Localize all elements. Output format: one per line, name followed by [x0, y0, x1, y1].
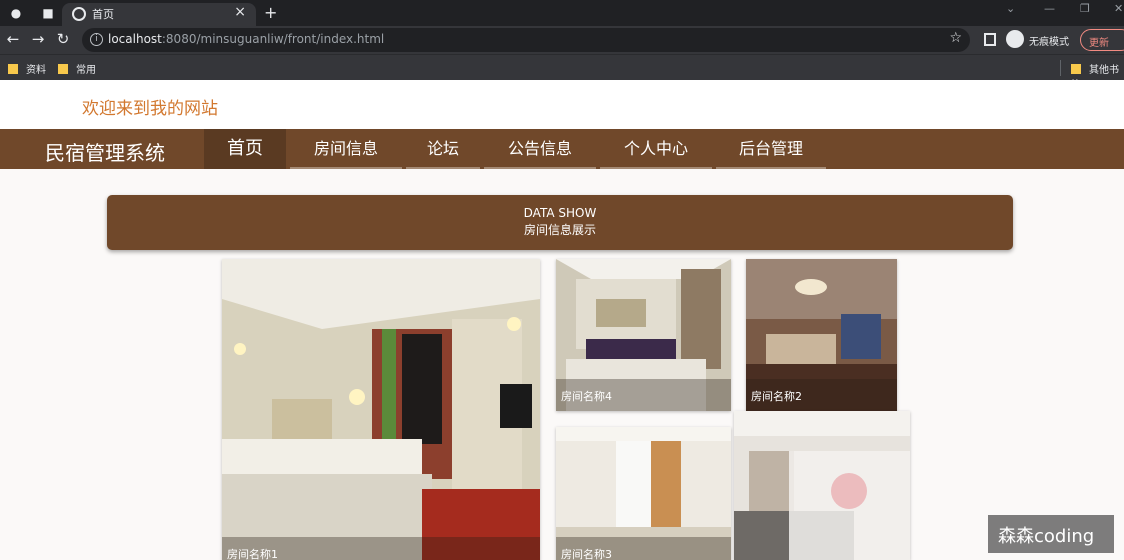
video-watermark: 森森coding: [988, 515, 1114, 553]
bookmark-folder-1[interactable]: 资料: [8, 61, 46, 76]
close-icon[interactable]: ×: [234, 4, 246, 20]
content-area: DATA SHOW 房间信息展示 房间名称1 房间名称4 房间名称2 房间名称3: [0, 169, 1124, 560]
section-banner: DATA SHOW 房间信息展示: [107, 195, 1013, 250]
room-name-3: 房间名称3: [556, 537, 731, 560]
nav-home[interactable]: 首页: [204, 129, 286, 169]
info-icon[interactable]: i: [90, 33, 103, 46]
window-icon[interactable]: ■: [40, 5, 56, 21]
nav-admin[interactable]: 后台管理: [716, 129, 826, 169]
room-card-1[interactable]: 房间名称1: [222, 259, 540, 560]
nav-notices[interactable]: 公告信息: [484, 129, 596, 169]
minimize-icon[interactable]: —: [1044, 2, 1055, 15]
new-tab-icon[interactable]: +: [264, 3, 277, 22]
bookmarks-bar: 资料 常用 其他书签: [0, 54, 1124, 91]
bookmark-folder-2[interactable]: 常用: [58, 61, 96, 76]
chevron-down-icon[interactable]: ⌄: [1006, 2, 1015, 15]
room-card-4[interactable]: 房间名称4: [556, 259, 731, 411]
room-photo-1: [222, 259, 540, 560]
bookmarks-divider: [1060, 60, 1061, 76]
folder-icon: [1071, 64, 1081, 74]
address-bar[interactable]: i localhost:8080/minsuguanliw/front/inde…: [82, 28, 970, 52]
nav-forum[interactable]: 论坛: [406, 129, 480, 169]
update-button[interactable]: 更新: [1080, 29, 1124, 51]
forward-icon[interactable]: →: [29, 30, 47, 48]
browser-tab[interactable]: 首页 ×: [62, 3, 256, 26]
room-name-4: 房间名称4: [556, 379, 731, 411]
main-navbar: 民宿管理系统 首页 房间信息 论坛 公告信息 个人中心 后台管理: [0, 129, 1124, 169]
folder-icon: [8, 64, 18, 74]
room-card-5[interactable]: [734, 411, 910, 560]
window-close-icon[interactable]: ✕: [1114, 2, 1123, 15]
reload-icon[interactable]: ↻: [54, 30, 72, 48]
url-text: localhost:8080/minsuguanliw/front/index.…: [108, 32, 385, 46]
nav-profile[interactable]: 个人中心: [600, 129, 712, 169]
back-icon[interactable]: ←: [4, 30, 22, 48]
browser-toolbar: ← → ↻ i localhost:8080/minsuguanliw/fron…: [0, 26, 1124, 54]
nav-rooms[interactable]: 房间信息: [290, 129, 402, 169]
banner-subtitle: 房间信息展示: [523, 223, 596, 237]
banner-title: DATA SHOW: [523, 206, 597, 220]
web-page: 欢迎来到我的网站 民宿管理系统 首页 房间信息 论坛 公告信息 个人中心 后台管…: [0, 80, 1124, 560]
bookmark-star-icon[interactable]: ☆: [949, 30, 962, 46]
room-photo-5: [734, 411, 910, 560]
room-card-3[interactable]: 房间名称3: [556, 427, 731, 560]
room-name-2: 房间名称2: [746, 379, 897, 411]
restore-icon[interactable]: ❐: [1080, 2, 1090, 15]
welcome-text: 欢迎来到我的网站: [82, 99, 218, 119]
incognito-label: 无痕模式: [1029, 37, 1069, 48]
folder-icon: [58, 64, 68, 74]
side-panel-icon[interactable]: [984, 33, 996, 46]
globe-icon[interactable]: ●: [8, 5, 24, 21]
room-card-2[interactable]: 房间名称2: [746, 259, 897, 411]
browser-tab-strip: ● ■ 首页 × + ⌄ — ❐ ✕: [0, 0, 1124, 26]
favicon-icon: [72, 7, 86, 21]
room-name-1: 房间名称1: [222, 537, 540, 560]
site-brand[interactable]: 民宿管理系统: [45, 137, 165, 166]
incognito-icon[interactable]: [1006, 30, 1024, 48]
tab-title: 首页: [92, 8, 114, 21]
